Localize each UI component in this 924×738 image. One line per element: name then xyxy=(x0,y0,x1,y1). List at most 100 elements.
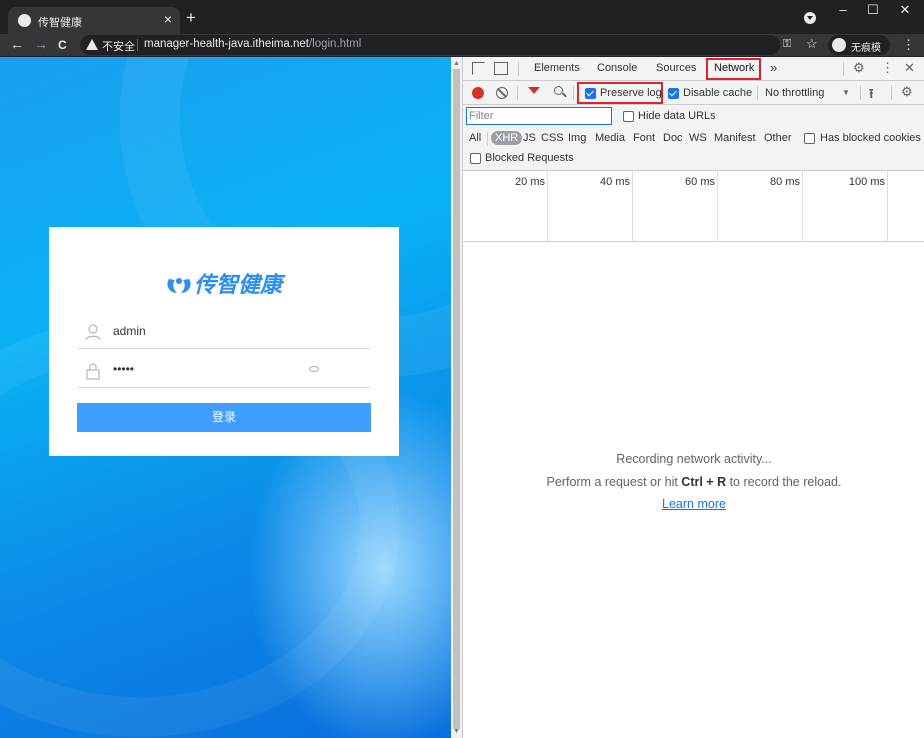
blocked-requests-label[interactable]: Blocked Requests xyxy=(485,152,574,164)
hide-data-urls-label[interactable]: Hide data URLs xyxy=(638,110,716,122)
hide-data-urls-checkbox[interactable] xyxy=(623,111,634,122)
address-bar[interactable]: 不安全 manager-health-java.itheima.net/logi… xyxy=(80,35,780,55)
eye-icon[interactable] xyxy=(309,366,319,372)
network-tab-highlight xyxy=(706,58,761,80)
type-doc[interactable]: Doc xyxy=(663,132,683,144)
tab-console[interactable]: Console xyxy=(597,62,637,74)
network-overview-timeline[interactable]: 20 ms 40 ms 60 ms 80 ms 100 ms xyxy=(463,171,924,242)
browser-tab[interactable]: 传智健康 × xyxy=(8,7,180,34)
scroll-down-arrow[interactable]: ▼ xyxy=(453,728,460,735)
timeline-tick: 40 ms xyxy=(548,171,633,242)
tab-search-icon[interactable] xyxy=(804,12,816,24)
login-button[interactable]: 登录 xyxy=(77,403,371,432)
url-path: /login.html xyxy=(308,38,362,50)
password-value: ••••• xyxy=(113,362,135,376)
timeline-tick: 80 ms xyxy=(718,171,803,242)
tick-label: 60 ms xyxy=(685,176,715,188)
type-media[interactable]: Media xyxy=(595,132,625,144)
brand-name: 传智健康 xyxy=(193,273,282,298)
bookmark-star-icon[interactable]: ☆ xyxy=(806,36,818,52)
minimize-button[interactable]: – xyxy=(828,2,858,17)
throttling-select[interactable]: No throttling xyxy=(765,87,824,99)
device-toolbar-icon[interactable] xyxy=(494,62,508,75)
has-blocked-cookies-label[interactable]: Has blocked cookies xyxy=(820,132,921,144)
page-viewport: 传智健康 admin ••••• 登录 xyxy=(0,57,451,738)
import-har-icon[interactable]: ⭱ xyxy=(869,85,874,107)
user-icon xyxy=(85,324,101,341)
new-tab-button[interactable]: + xyxy=(186,8,196,28)
toolbar-divider xyxy=(860,86,861,100)
reload-button[interactable]: C xyxy=(58,38,67,52)
maximize-button[interactable]: ☐ xyxy=(858,2,888,18)
devtools-tabbar: Elements Console Sources Network » ⚙ ⋮ ✕ xyxy=(463,57,924,81)
type-js[interactable]: JS xyxy=(523,132,536,144)
type-all[interactable]: All xyxy=(469,132,481,144)
more-tabs-button[interactable]: » xyxy=(770,60,777,75)
clear-icon[interactable] xyxy=(496,87,508,99)
password-field[interactable]: ••••• xyxy=(77,356,371,388)
forward-button[interactable]: → xyxy=(34,36,48,52)
network-toolbar: Preserve log Disable cache No throttling… xyxy=(463,81,924,105)
tab-strip: 传智健康 × + – ☐ ✕ xyxy=(0,0,924,34)
has-blocked-cookies-checkbox[interactable] xyxy=(804,133,815,144)
browser-window: 传智健康 × + – ☐ ✕ ← → C 不安全 manager-health-… xyxy=(0,0,924,738)
browser-menu-icon[interactable]: ⋮ xyxy=(902,37,915,53)
scroll-up-arrow[interactable]: ▲ xyxy=(453,60,460,67)
brand-logo: 传智健康 xyxy=(49,267,399,299)
reload-hint-pre: Perform a request or hit xyxy=(546,475,682,489)
tab-elements[interactable]: Elements xyxy=(534,62,580,74)
not-secure-label[interactable]: 不安全 xyxy=(102,38,135,54)
devtools-panel: Elements Console Sources Network » ⚙ ⋮ ✕… xyxy=(462,57,924,738)
reload-hint-post: to record the reload. xyxy=(726,475,842,489)
tick-label: 100 ms xyxy=(848,176,885,188)
omnibox-divider xyxy=(137,39,138,51)
tab-sources[interactable]: Sources xyxy=(656,62,696,74)
type-img[interactable]: Img xyxy=(568,132,586,144)
tick-label: 80 ms xyxy=(770,176,800,188)
key-icon[interactable]: ⚿ xyxy=(783,38,791,51)
blocked-requests-checkbox[interactable] xyxy=(470,153,481,164)
record-icon[interactable] xyxy=(472,87,484,99)
reload-hint: Perform a request or hit Ctrl + R to rec… xyxy=(463,475,924,489)
type-ws[interactable]: WS xyxy=(689,132,707,144)
inspect-element-icon[interactable] xyxy=(472,62,485,75)
toolbar-divider xyxy=(517,86,518,100)
url-host: manager-health-java.itheima.net xyxy=(144,38,309,50)
tick-label: 20 ms xyxy=(515,176,545,188)
back-button[interactable]: ← xyxy=(10,36,24,52)
incognito-icon xyxy=(832,38,846,52)
filter-icon[interactable] xyxy=(528,87,540,94)
disable-cache-checkbox[interactable] xyxy=(668,88,679,99)
close-window-button[interactable]: ✕ xyxy=(890,2,920,18)
url-text[interactable]: manager-health-java.itheima.net/login.ht… xyxy=(144,38,361,50)
learn-more-link[interactable]: Learn more xyxy=(662,497,726,511)
toolbar-divider xyxy=(891,86,892,100)
settings-gear-icon[interactable]: ⚙ xyxy=(853,60,865,76)
close-devtools-icon[interactable]: ✕ xyxy=(904,60,915,76)
scroll-thumb[interactable] xyxy=(453,69,460,729)
type-other[interactable]: Other xyxy=(764,132,792,144)
filter-bar: Filter Hide data URLs All XHR JS CSS Img… xyxy=(463,105,924,171)
dropdown-arrow-icon: ▼ xyxy=(842,88,850,97)
lock-icon xyxy=(86,363,100,380)
brand-mark-icon xyxy=(167,278,191,293)
incognito-badge[interactable]: 无痕模式 xyxy=(828,35,890,69)
type-xhr[interactable]: XHR xyxy=(491,131,523,145)
page-scrollbar[interactable]: ▲ ▼ xyxy=(451,57,462,738)
type-font[interactable]: Font xyxy=(633,132,655,144)
username-field[interactable]: admin xyxy=(77,317,371,349)
type-manifest[interactable]: Manifest xyxy=(714,132,756,144)
login-card: 传智健康 admin ••••• 登录 xyxy=(49,227,399,456)
preserve-log-highlight xyxy=(577,82,663,104)
tab-close-icon[interactable]: × xyxy=(164,11,172,27)
disable-cache-label[interactable]: Disable cache xyxy=(683,87,752,99)
devtools-menu-icon[interactable]: ⋮ xyxy=(881,60,894,76)
timeline-tick: 60 ms xyxy=(633,171,718,242)
toolbar-divider xyxy=(487,132,488,146)
network-settings-icon[interactable]: ⚙ xyxy=(901,84,913,100)
recording-text: Recording network activity... xyxy=(616,452,772,466)
search-icon[interactable] xyxy=(554,86,563,95)
type-css[interactable]: CSS xyxy=(541,132,564,144)
timeline-tick: 20 ms xyxy=(463,171,548,242)
filter-input[interactable]: Filter xyxy=(466,107,612,125)
